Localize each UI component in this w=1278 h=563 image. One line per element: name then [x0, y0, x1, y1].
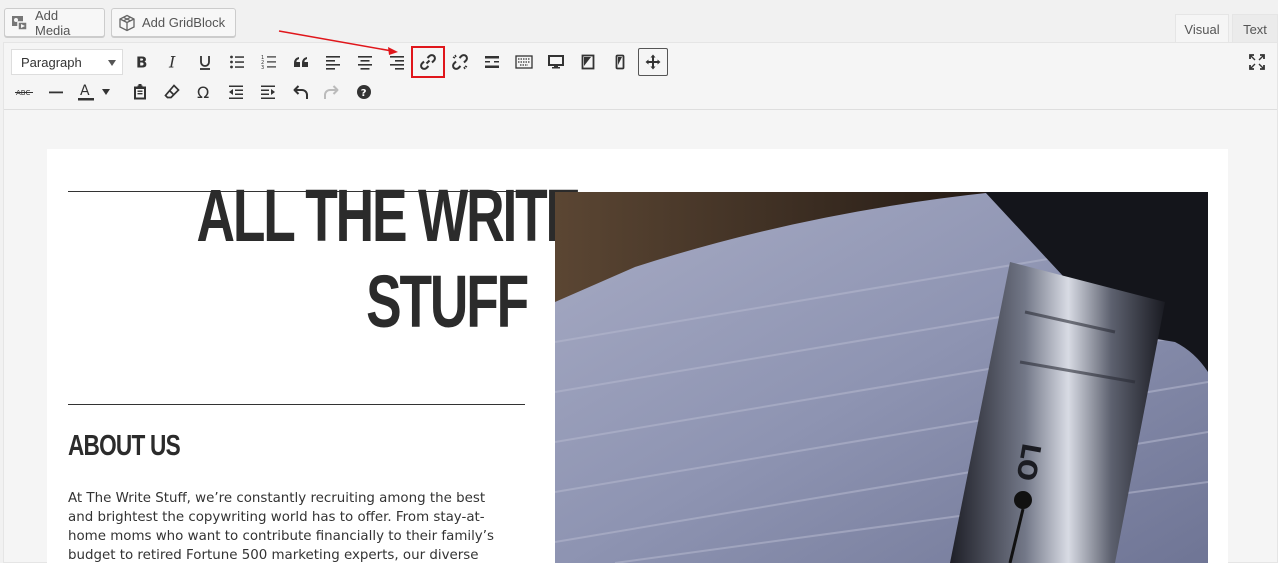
horizontal-line-button[interactable]: [41, 78, 71, 106]
about-paragraph: At The Write Stuff, we’re constantly rec…: [68, 491, 494, 563]
clear-formatting-button[interactable]: [157, 78, 187, 106]
wordpress-editor: Add Media Add GridBlock Visual Text Para…: [0, 0, 1278, 563]
text-color-button[interactable]: A: [74, 78, 98, 106]
editor-content[interactable]: ALL THE WRITE STUFF ABOUT US At The Writ…: [47, 149, 1228, 563]
indent-icon: [260, 84, 276, 100]
horizontal-line-icon: [48, 84, 64, 100]
special-character-icon: Ω: [196, 84, 212, 100]
headline-line-2: STUFF: [366, 260, 529, 343]
divider: [68, 404, 525, 405]
undo-icon: [291, 83, 309, 101]
paste-as-text-button[interactable]: [125, 78, 155, 106]
strikethrough-button[interactable]: ABC: [9, 78, 39, 106]
section-title: ABOUT US: [68, 430, 181, 462]
annotation-arrow: [278, 30, 398, 55]
svg-text:Ω: Ω: [197, 84, 209, 100]
headline-line-1: ALL THE WRITE: [196, 174, 582, 257]
strikethrough-icon: ABC: [15, 86, 33, 98]
help-button[interactable]: ?: [349, 78, 379, 106]
clear-formatting-icon: [164, 84, 180, 100]
help-icon: ?: [356, 84, 372, 100]
paste-as-text-icon: [132, 84, 148, 100]
svg-text:?: ?: [361, 88, 367, 99]
svg-text:A: A: [80, 83, 90, 99]
page-headline: ALL THE WRITE STUFF: [196, 173, 582, 345]
chevron-down-icon: [101, 88, 111, 96]
outdent-button[interactable]: [221, 78, 251, 106]
text-color-dropdown[interactable]: [98, 78, 114, 106]
undo-button[interactable]: [285, 78, 315, 106]
indent-button[interactable]: [253, 78, 283, 106]
special-character-button[interactable]: Ω: [189, 78, 219, 106]
outdent-icon: [228, 84, 244, 100]
redo-icon: [323, 83, 341, 101]
text-color-icon: A: [77, 82, 95, 102]
redo-button[interactable]: [317, 78, 347, 106]
pen-photo: LO: [555, 192, 1208, 563]
